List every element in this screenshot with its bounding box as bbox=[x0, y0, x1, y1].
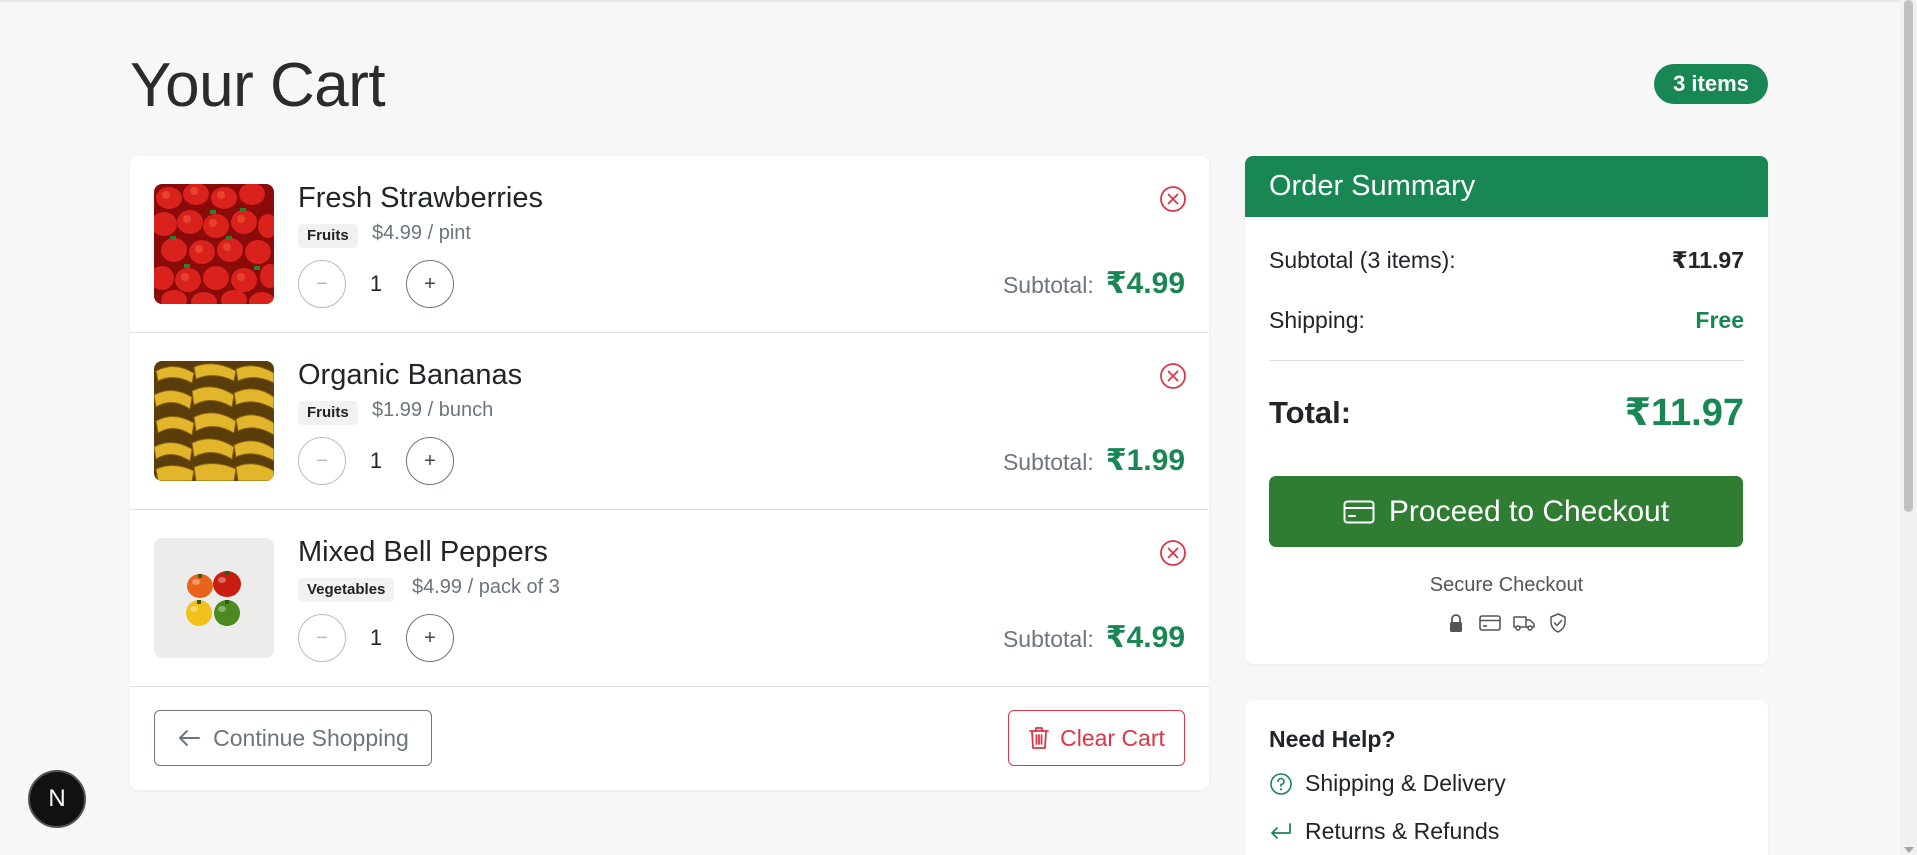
scroll-down-arrow-icon[interactable] bbox=[1904, 847, 1914, 853]
item-subtotal: Subtotal: ₹1.99 bbox=[1003, 443, 1185, 478]
product-image-bell-peppers bbox=[154, 538, 274, 658]
remove-item-button[interactable] bbox=[1159, 185, 1187, 213]
items-count-badge: 3 items bbox=[1654, 64, 1768, 104]
secure-checkout-label: Secure Checkout bbox=[1429, 574, 1584, 596]
quantity-value: 1 bbox=[369, 271, 383, 296]
checkout-label: Proceed to Checkout bbox=[1388, 494, 1670, 528]
category-badge: Vegetables bbox=[298, 578, 395, 602]
remove-item-button[interactable] bbox=[1159, 362, 1187, 390]
summary-subtotal-label: Subtotal (3 items): bbox=[1269, 247, 1456, 273]
subtotal-label: Subtotal: bbox=[1002, 272, 1094, 298]
return-arrow-icon bbox=[1271, 822, 1291, 839]
remove-item-button[interactable] bbox=[1159, 539, 1187, 567]
product-name: Organic Bananas bbox=[298, 359, 523, 391]
continue-shopping-button[interactable]: Continue Shopping bbox=[154, 710, 432, 766]
close-circle-icon bbox=[1160, 186, 1186, 212]
summary-subtotal-value: ₹11.97 bbox=[1671, 247, 1744, 273]
close-circle-icon bbox=[1160, 363, 1186, 389]
credit-card-icon bbox=[1478, 612, 1501, 634]
top-shadow bbox=[0, 0, 1900, 3]
page-title: Your Cart bbox=[130, 51, 386, 120]
plus-icon: + bbox=[424, 626, 436, 649]
question-circle-icon bbox=[1270, 772, 1292, 795]
nextjs-logo-icon: N bbox=[48, 785, 66, 812]
quantity-value: 1 bbox=[369, 625, 383, 650]
help-link-label: Returns & Refunds bbox=[1305, 818, 1500, 844]
quantity-value: 1 bbox=[369, 448, 383, 473]
shield-check-icon bbox=[1547, 612, 1569, 634]
summary-shipping-value: Free bbox=[1695, 307, 1744, 333]
nextjs-dev-badge[interactable]: N bbox=[28, 770, 86, 828]
truck-icon bbox=[1512, 612, 1535, 634]
arrow-left-icon bbox=[179, 730, 201, 746]
close-circle-icon bbox=[1160, 540, 1186, 566]
subtotal-value: ₹4.99 bbox=[1105, 621, 1185, 654]
unit-price: $4.99 / pack of 3 bbox=[412, 576, 560, 598]
minus-icon: − bbox=[316, 449, 328, 472]
continue-shopping-label: Continue Shopping bbox=[213, 724, 409, 751]
summary-divider bbox=[1269, 360, 1744, 361]
clear-cart-label: Clear Cart bbox=[1060, 724, 1165, 751]
subtotal-label: Subtotal: bbox=[1002, 626, 1094, 652]
unit-price: $4.99 / pint bbox=[372, 222, 471, 244]
summary-total-row: Total: ₹11.97 bbox=[1269, 390, 1744, 435]
category-badge: Fruits bbox=[298, 224, 358, 248]
minus-icon: − bbox=[316, 626, 328, 649]
trash-icon bbox=[1029, 727, 1049, 749]
order-summary-card: Order Summary Subtotal (3 items): ₹11.97… bbox=[1245, 156, 1768, 664]
proceed-to-checkout-button[interactable]: Proceed to Checkout bbox=[1269, 476, 1743, 547]
need-help-card: Need Help? Shipping & Delivery Returns &… bbox=[1245, 700, 1768, 855]
help-link-shipping[interactable]: Shipping & Delivery bbox=[1269, 770, 1506, 797]
page-scrollbar[interactable] bbox=[1900, 0, 1917, 855]
item-subtotal: Subtotal: ₹4.99 bbox=[1003, 620, 1185, 655]
increase-quantity-button[interactable]: + bbox=[406, 437, 454, 485]
summary-shipping-label: Shipping: bbox=[1269, 307, 1365, 333]
subtotal-label: Subtotal: bbox=[1002, 449, 1094, 475]
credit-card-icon bbox=[1343, 500, 1375, 523]
summary-total-label: Total: bbox=[1269, 394, 1352, 430]
cart-item: Mixed Bell Peppers Vegetables $4.99 / pa… bbox=[130, 510, 1209, 687]
clear-cart-button[interactable]: Clear Cart bbox=[1008, 710, 1185, 766]
category-badge: Fruits bbox=[298, 401, 358, 425]
unit-price: $1.99 / bunch bbox=[372, 399, 494, 421]
lock-icon bbox=[1445, 612, 1467, 634]
decrease-quantity-button[interactable]: − bbox=[298, 437, 346, 485]
summary-subtotal-row: Subtotal (3 items): ₹11.97 bbox=[1269, 247, 1744, 274]
help-link-returns[interactable]: Returns & Refunds bbox=[1269, 818, 1499, 845]
product-image-bananas bbox=[154, 361, 274, 481]
plus-icon: + bbox=[424, 449, 436, 472]
cart-card: Fresh Strawberries Fruits $4.99 / pint −… bbox=[130, 156, 1209, 790]
product-name: Fresh Strawberries bbox=[298, 182, 543, 214]
subtotal-value: ₹1.99 bbox=[1105, 444, 1185, 477]
subtotal-value: ₹4.99 bbox=[1105, 267, 1185, 300]
product-image-strawberries bbox=[154, 184, 274, 304]
increase-quantity-button[interactable]: + bbox=[406, 260, 454, 308]
product-name: Mixed Bell Peppers bbox=[298, 536, 548, 568]
secure-icons bbox=[1245, 612, 1768, 634]
decrease-quantity-button[interactable]: − bbox=[298, 614, 346, 662]
order-summary-header: Order Summary bbox=[1245, 156, 1768, 217]
increase-quantity-button[interactable]: + bbox=[406, 614, 454, 662]
cart-item: Fresh Strawberries Fruits $4.99 / pint −… bbox=[130, 156, 1209, 333]
cart-item: Organic Bananas Fruits $1.99 / bunch − 1… bbox=[130, 333, 1209, 510]
plus-icon: + bbox=[424, 272, 436, 295]
decrease-quantity-button[interactable]: − bbox=[298, 260, 346, 308]
item-subtotal: Subtotal: ₹4.99 bbox=[1003, 266, 1185, 301]
summary-shipping-row: Shipping: Free bbox=[1269, 307, 1744, 334]
help-link-label: Shipping & Delivery bbox=[1305, 770, 1506, 796]
scrollbar-thumb[interactable] bbox=[1904, 0, 1913, 512]
minus-icon: − bbox=[316, 272, 328, 295]
summary-total-value: ₹11.97 bbox=[1624, 392, 1744, 434]
need-help-title: Need Help? bbox=[1269, 726, 1396, 752]
